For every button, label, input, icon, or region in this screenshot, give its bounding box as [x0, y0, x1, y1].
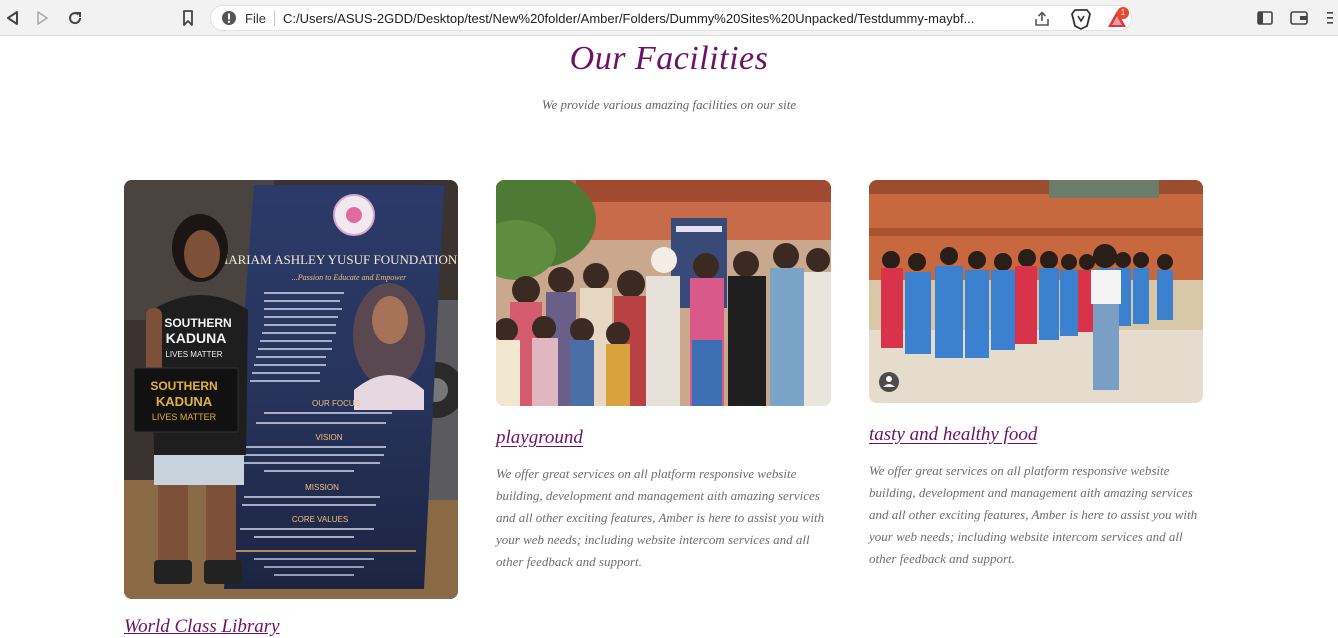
back-button[interactable] [0, 6, 24, 30]
foundation-banner-photo: MARIAM ASHLEY YUSUF FOUNDATION ...Passio… [124, 180, 458, 599]
playground-description: We offer great services on all platform … [496, 466, 825, 569]
shirt-text-2: KADUNA [166, 330, 227, 346]
bookmark-icon [183, 10, 193, 26]
food-description: We offer great services on all platform … [869, 463, 1198, 566]
back-arrow-icon [7, 11, 18, 25]
bookmark-button[interactable] [176, 6, 200, 30]
rewards-button[interactable]: 1 [1107, 7, 1129, 29]
svg-text:LIVES MATTER: LIVES MATTER [152, 412, 217, 422]
forward-button[interactable] [30, 6, 54, 30]
reload-button[interactable] [63, 6, 87, 30]
library-title-link[interactable]: World Class Library [124, 616, 280, 638]
banner-mission: MISSION [305, 483, 339, 492]
playground-title-link[interactable]: playground [496, 427, 583, 449]
crowd-photo [496, 180, 831, 406]
banner-heading: MARIAM ASHLEY YUSUF FOUNDATION [217, 252, 458, 267]
address-bar[interactable]: File C:/Users/ASUS-2GDD/Desktop/test/New… [210, 5, 1132, 31]
section-subtitle: We provide various amazing facilities on… [541, 97, 797, 112]
food-card-image [869, 180, 1203, 403]
address-divider [274, 11, 275, 26]
food-title-link[interactable]: tasty and healthy food [869, 424, 1037, 446]
playground-card-image [496, 180, 831, 406]
sidebar-toggle-button[interactable] [1253, 6, 1277, 30]
share-icon[interactable] [1033, 10, 1051, 28]
menu-button[interactable] [1318, 6, 1338, 30]
library-card-image: MARIAM ASHLEY YUSUF FOUNDATION ...Passio… [124, 180, 458, 599]
section-title: Our Facilities [569, 40, 769, 77]
url-text[interactable]: C:/Users/ASUS-2GDD/Desktop/test/New%20fo… [283, 11, 1025, 26]
brave-shield-icon[interactable] [1071, 8, 1091, 30]
banner-values: CORE VALUES [292, 515, 348, 524]
browser-toolbar: File C:/Users/ASUS-2GDD/Desktop/test/New… [0, 0, 1338, 36]
forward-arrow-icon [37, 11, 48, 25]
wallet-icon [1290, 11, 1308, 25]
svg-text:SOUTHERN: SOUTHERN [150, 379, 217, 393]
school-pupils-photo [869, 180, 1203, 403]
reload-icon [69, 12, 82, 25]
sidebar-icon [1257, 11, 1273, 25]
banner-tagline: ...Passion to Educate and Empower [292, 273, 407, 282]
svg-text:KADUNA: KADUNA [156, 394, 213, 409]
file-scheme-label: File [245, 11, 266, 26]
shirt-text-3: LIVES MATTER [165, 350, 222, 359]
wallet-button[interactable] [1287, 6, 1311, 30]
shirt-text-1: SOUTHERN [164, 316, 231, 330]
menu-lines-icon [1327, 12, 1333, 24]
rewards-badge: 1 [1117, 7, 1129, 19]
banner-vision: VISION [315, 433, 342, 442]
info-icon[interactable] [221, 10, 237, 26]
banner-focus: OUR FOCUS [312, 399, 360, 408]
